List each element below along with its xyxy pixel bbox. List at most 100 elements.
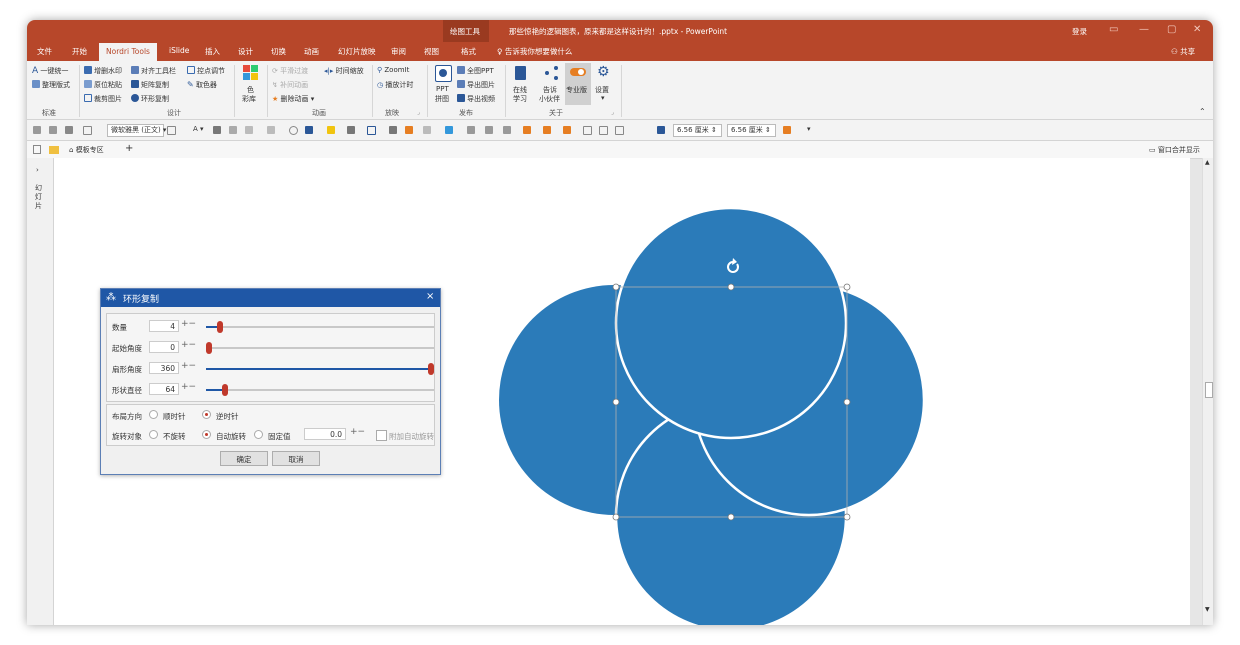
watermark-button[interactable]: 增删水印 bbox=[84, 66, 122, 76]
add-tab-icon[interactable]: + bbox=[125, 143, 133, 154]
send-backward-icon[interactable] bbox=[543, 126, 551, 134]
handle-e[interactable] bbox=[843, 398, 851, 406]
share-button[interactable]: ⚇ 共享 bbox=[1171, 46, 1195, 57]
param-value-input[interactable]: 4 bbox=[149, 320, 179, 332]
no-rotate-radio[interactable] bbox=[149, 430, 158, 439]
scroll-down-icon[interactable]: ▼ bbox=[1205, 606, 1210, 613]
fixed-angle-plus-minus-icon[interactable]: +− bbox=[350, 427, 365, 437]
pen-icon[interactable] bbox=[213, 126, 221, 134]
tell-me-box[interactable]: ♀ 告诉我你想要做什么 bbox=[497, 46, 572, 57]
matrix-copy-button[interactable]: 矩阵复制 bbox=[131, 80, 169, 90]
size-grid-icon[interactable] bbox=[657, 126, 665, 134]
color-library-button[interactable]: 色 彩库 bbox=[240, 65, 262, 109]
outline-icon[interactable] bbox=[367, 126, 376, 135]
param-value-input[interactable]: 64 bbox=[149, 383, 179, 395]
tab-home[interactable]: 开始 bbox=[72, 46, 87, 57]
export-video-button[interactable]: 导出视频 bbox=[457, 94, 495, 104]
tab-nordri-tools[interactable]: Nordri Tools bbox=[99, 43, 157, 61]
tab-format[interactable]: 格式 bbox=[461, 46, 476, 57]
shape-width-input[interactable]: 6.56 厘米 ⇕ bbox=[673, 124, 722, 137]
handle-nw[interactable] bbox=[612, 283, 620, 291]
plus-minus-icon[interactable]: +− bbox=[181, 361, 196, 371]
tell-friend-button[interactable]: 告诉 小伙伴 bbox=[537, 65, 565, 107]
tab-transitions[interactable]: 切换 bbox=[271, 46, 286, 57]
cancel-button[interactable]: 取消 bbox=[272, 451, 320, 466]
tab-slideshow[interactable]: 幻灯片放映 bbox=[338, 46, 376, 57]
new-doc-icon[interactable] bbox=[33, 145, 41, 154]
table-icon[interactable] bbox=[245, 126, 253, 134]
ribbon-display-icon[interactable]: ▭ bbox=[1109, 24, 1118, 35]
param-value-input[interactable]: 0 bbox=[149, 341, 179, 353]
textbox-icon[interactable] bbox=[83, 126, 92, 135]
tab-islide[interactable]: iSlide bbox=[169, 46, 189, 55]
scroll-up-icon[interactable]: ▲ bbox=[1205, 159, 1210, 166]
expand-sidebar-icon[interactable]: › bbox=[36, 166, 39, 174]
playback-launcher-icon[interactable]: ⌟ bbox=[417, 109, 420, 116]
brush-icon[interactable] bbox=[347, 126, 355, 134]
play-timer-button[interactable]: ◷ 播放计时 bbox=[377, 80, 413, 90]
collapse-ribbon-icon[interactable]: ⌃ bbox=[1199, 107, 1206, 116]
font-select[interactable]: 微软雅黑 (正文) ▾ bbox=[107, 124, 166, 137]
dialog-close-icon[interactable]: × bbox=[426, 291, 434, 302]
export-image-button[interactable]: 导出图片 bbox=[457, 80, 495, 90]
frame-icon[interactable] bbox=[583, 126, 592, 135]
dialog-title-bar[interactable]: ⁂ 环形复制 × bbox=[101, 289, 440, 307]
fixed-angle-input[interactable]: 0.0 bbox=[304, 428, 346, 440]
handle-se[interactable] bbox=[843, 513, 851, 521]
toolbar-more-icon[interactable]: ▾ bbox=[807, 125, 811, 133]
handle-w[interactable] bbox=[612, 398, 620, 406]
login-link[interactable]: 登录 bbox=[1072, 26, 1087, 37]
link-icon[interactable] bbox=[423, 126, 431, 134]
hash-icon[interactable] bbox=[229, 126, 237, 134]
speaker-icon[interactable] bbox=[49, 126, 57, 134]
zoomit-button[interactable]: ⚲ ZoomIt bbox=[377, 66, 409, 74]
scroll-thumb[interactable] bbox=[1205, 382, 1213, 398]
minimize-icon[interactable]: — bbox=[1139, 24, 1149, 35]
distribute-icon[interactable] bbox=[563, 126, 571, 134]
tab-animations[interactable]: 动画 bbox=[304, 46, 319, 57]
time-zoom-button[interactable]: ◂|▸ 时间缩放 bbox=[324, 66, 364, 76]
param-slider-thumb[interactable] bbox=[206, 342, 212, 354]
param-slider-track[interactable] bbox=[206, 326, 434, 328]
param-value-input[interactable]: 360 bbox=[149, 362, 179, 374]
close-icon[interactable]: ✕ bbox=[1193, 24, 1201, 35]
smooth-transition-button[interactable]: ⟳ 平滑过渡 bbox=[272, 66, 308, 76]
sort-icon[interactable] bbox=[503, 126, 511, 134]
vertical-scrollbar[interactable]: ▲ ▼ bbox=[1202, 158, 1213, 625]
param-slider-thumb[interactable] bbox=[217, 321, 224, 333]
print-icon[interactable] bbox=[33, 126, 41, 134]
handle-s[interactable] bbox=[727, 513, 735, 521]
template-zone-tab[interactable]: ⌂ 模板专区 bbox=[69, 145, 104, 155]
counter-clockwise-radio[interactable] bbox=[202, 410, 211, 419]
ok-button[interactable]: 确定 bbox=[220, 451, 268, 466]
pencil-icon[interactable] bbox=[389, 126, 397, 134]
align-left-icon[interactable] bbox=[65, 126, 73, 134]
shape-icon[interactable] bbox=[167, 126, 176, 135]
plus-minus-icon[interactable]: +− bbox=[181, 319, 196, 329]
param-slider-track[interactable] bbox=[206, 389, 434, 391]
handle-sw[interactable] bbox=[612, 513, 620, 521]
align-toolbar-button[interactable]: 对齐工具栏 bbox=[131, 66, 176, 76]
tab-design[interactable]: 设计 bbox=[238, 46, 253, 57]
paste-inplace-button[interactable]: 原位粘贴 bbox=[84, 80, 122, 90]
about-launcher-icon[interactable]: ⌟ bbox=[611, 109, 614, 116]
ppt-puzzle-button[interactable]: PPT 拼图 bbox=[431, 65, 455, 107]
bring-forward-icon[interactable] bbox=[523, 126, 531, 134]
font-color-icon[interactable]: A ▾ bbox=[193, 125, 204, 133]
tab-insert[interactable]: 插入 bbox=[205, 46, 220, 57]
clockwise-radio[interactable] bbox=[149, 410, 158, 419]
tidy-layout-button[interactable]: 整理版式 bbox=[32, 80, 70, 90]
plus-minus-icon[interactable]: +− bbox=[181, 382, 196, 392]
tab-file[interactable]: 文件 bbox=[37, 46, 52, 57]
param-slider-thumb[interactable] bbox=[428, 363, 434, 375]
handle-adjust-button[interactable]: 控点调节 bbox=[187, 66, 225, 76]
param-slider-track[interactable] bbox=[206, 347, 434, 349]
merge-windows-button[interactable]: ▭ 窗口合并显示 bbox=[1149, 145, 1200, 155]
pro-version-button[interactable]: 专业版 bbox=[565, 63, 591, 105]
select-pane-icon[interactable] bbox=[615, 126, 624, 135]
tab-review[interactable]: 审阅 bbox=[391, 46, 406, 57]
group-icon[interactable] bbox=[467, 126, 475, 134]
handle-ne[interactable] bbox=[843, 283, 851, 291]
shape-height-input[interactable]: 6.56 厘米 ⇕ bbox=[727, 124, 776, 137]
folder-icon[interactable] bbox=[49, 146, 59, 154]
